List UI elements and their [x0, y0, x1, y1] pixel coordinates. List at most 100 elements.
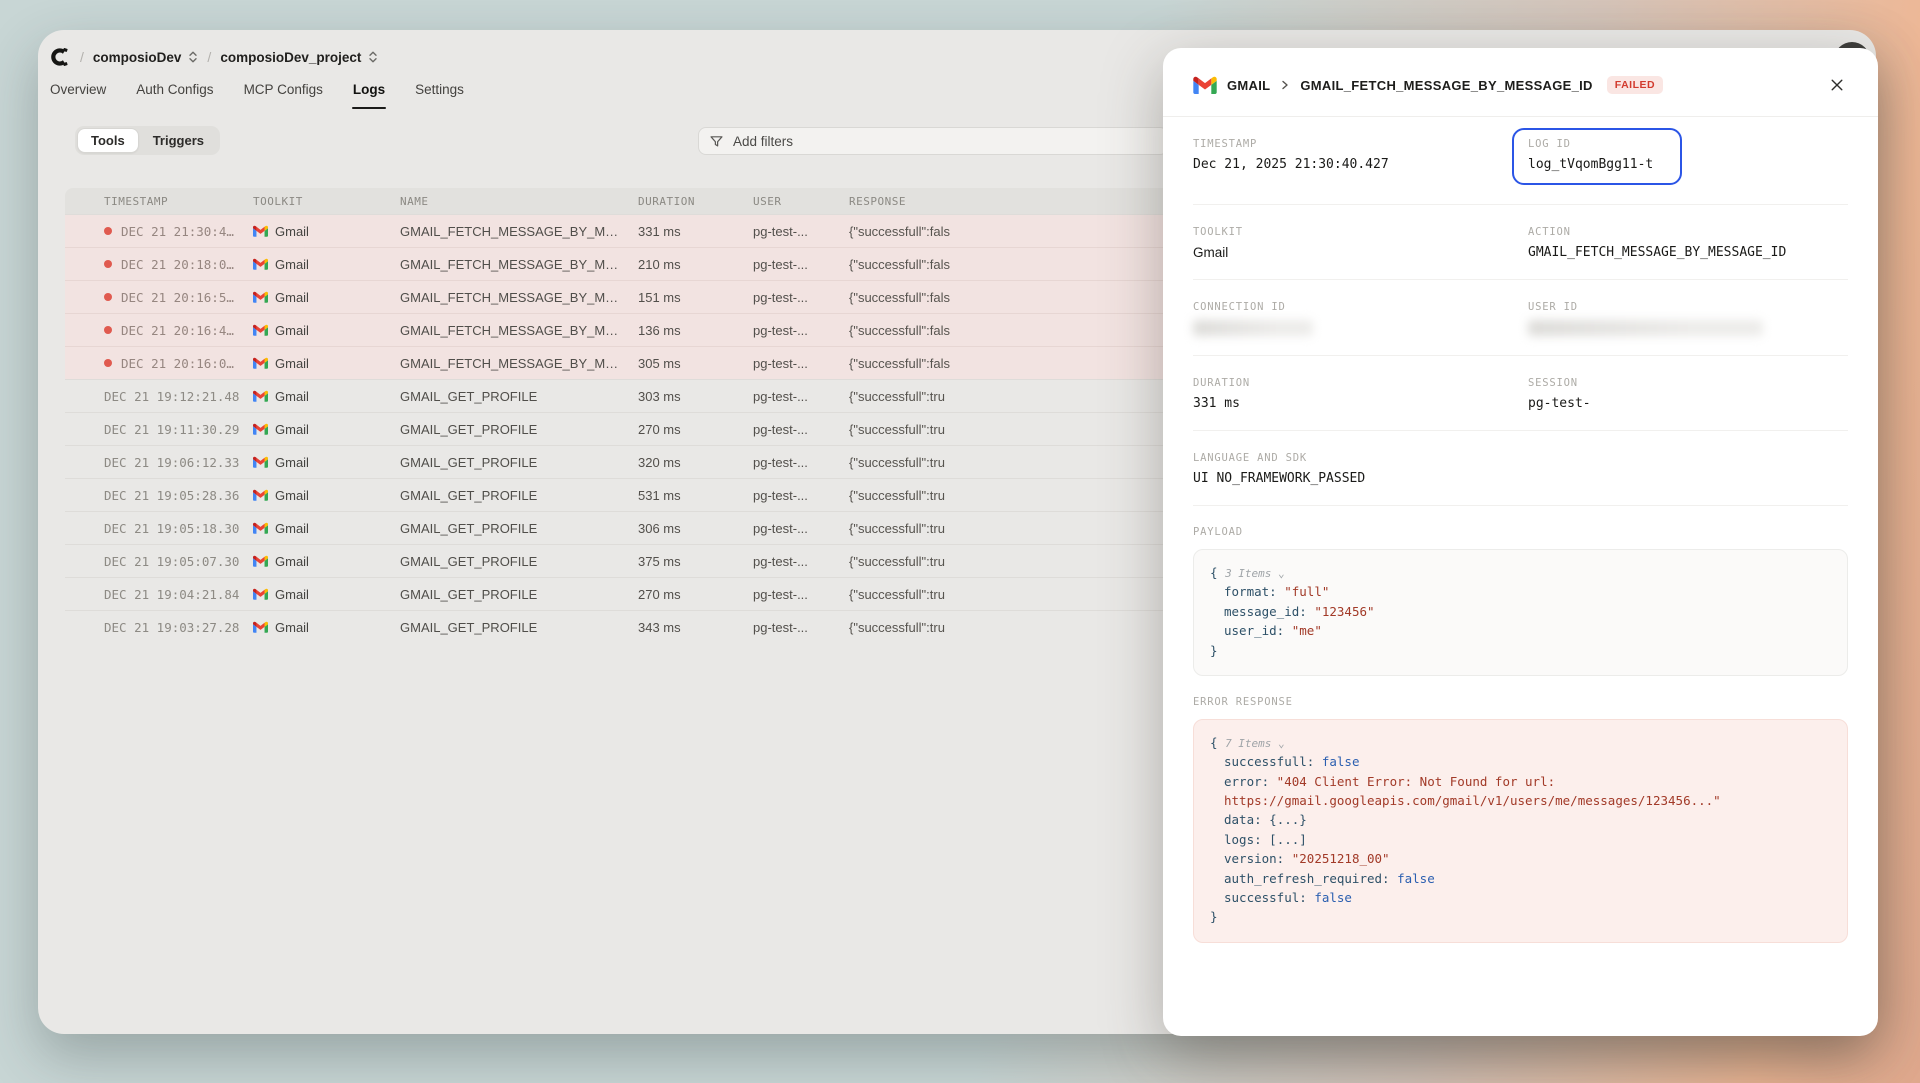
cell-name: GMAIL_GET_PROFILE — [400, 488, 638, 503]
failed-status-dot — [104, 293, 112, 301]
cell-timestamp: DEC 21 20:16:5… — [104, 290, 253, 305]
error-json-viewer[interactable]: { 7 Items ⌄successfull: falseerror: "404… — [1193, 719, 1848, 943]
cell-user: pg-test-... — [753, 356, 849, 371]
toggle-triggers[interactable]: Triggers — [140, 129, 217, 152]
json-line: user_id: "me" — [1210, 621, 1831, 640]
cell-duration: 136 ms — [638, 323, 753, 338]
gmail-icon — [253, 291, 268, 303]
cell-duration: 270 ms — [638, 422, 753, 437]
field-user-id: USER ID — [1528, 301, 1848, 336]
cell-toolkit: Gmail — [253, 488, 400, 503]
cell-name: GMAIL_GET_PROFILE — [400, 389, 638, 404]
project-selector[interactable]: composioDev_project — [220, 50, 378, 65]
col-duration: DURATION — [638, 195, 753, 208]
filter-funnel-icon — [709, 134, 724, 149]
detail-fields: TIMESTAMP Dec 21, 2025 21:30:40.427 LOG … — [1163, 117, 1878, 506]
field-value: UI NO_FRAMEWORK_PASSED — [1193, 471, 1848, 486]
tab-overview[interactable]: Overview — [49, 82, 107, 109]
field-label: TIMESTAMP — [1193, 138, 1528, 150]
field-label: LANGUAGE AND SDK — [1193, 452, 1848, 464]
field-value: pg-test- — [1528, 396, 1848, 411]
field-label: ACTION — [1528, 226, 1848, 238]
cell-timestamp: DEC 21 19:12:21.48 — [104, 389, 253, 404]
cell-user: pg-test-... — [753, 587, 849, 602]
cell-name: GMAIL_FETCH_MESSAGE_BY_M… — [400, 356, 638, 371]
json-line: logs: [...] — [1210, 830, 1831, 849]
gmail-icon — [253, 324, 268, 336]
cell-timestamp: DEC 21 21:30:4… — [104, 224, 253, 239]
field-label: TOOLKIT — [1193, 226, 1528, 238]
field-action: ACTION GMAIL_FETCH_MESSAGE_BY_MESSAGE_ID — [1528, 226, 1848, 260]
cell-user: pg-test-... — [753, 554, 849, 569]
cell-user: pg-test-... — [753, 389, 849, 404]
chevron-right-icon — [1280, 80, 1290, 90]
json-line: successful: false — [1210, 888, 1831, 907]
json-line: message_id: "123456" — [1210, 602, 1831, 621]
chevron-updown-icon — [368, 50, 378, 64]
json-line: { 3 Items ⌄ — [1210, 563, 1831, 582]
tab-mcp-configs[interactable]: MCP Configs — [243, 82, 324, 109]
field-label: CONNECTION ID — [1193, 301, 1528, 313]
cell-duration: 305 ms — [638, 356, 753, 371]
gmail-icon — [253, 522, 268, 534]
cell-toolkit: Gmail — [253, 257, 400, 272]
gmail-icon — [253, 489, 268, 501]
cell-name: GMAIL_FETCH_MESSAGE_BY_M… — [400, 323, 638, 338]
gmail-icon — [253, 555, 268, 567]
cell-toolkit: Gmail — [253, 521, 400, 536]
gmail-icon — [253, 588, 268, 600]
close-icon[interactable] — [1826, 74, 1848, 96]
cell-duration: 270 ms — [638, 587, 753, 602]
tab-logs[interactable]: Logs — [352, 82, 386, 109]
field-timestamp: TIMESTAMP Dec 21, 2025 21:30:40.427 — [1193, 138, 1528, 185]
tab-auth-configs[interactable]: Auth Configs — [135, 82, 214, 109]
toggle-tools[interactable]: Tools — [78, 129, 138, 152]
gmail-icon — [253, 423, 268, 435]
payload-json-viewer[interactable]: { 3 Items ⌄format: "full"message_id: "12… — [1193, 549, 1848, 676]
json-line: data: {...} — [1210, 810, 1831, 829]
log-id-highlight-ring[interactable]: LOG ID log_tVqomBgg11-t — [1512, 128, 1682, 185]
cell-user: pg-test-... — [753, 620, 849, 635]
tab-settings[interactable]: Settings — [414, 82, 465, 109]
nav-tabs: Overview Auth Configs MCP Configs Logs S… — [49, 82, 465, 109]
cell-timestamp: DEC 21 20:16:0… — [104, 356, 253, 371]
json-line: { 7 Items ⌄ — [1210, 733, 1831, 752]
org-selector[interactable]: composioDev — [93, 50, 199, 65]
col-user: USER — [753, 195, 849, 208]
log-type-toggle: Tools Triggers — [75, 126, 220, 155]
cell-name: GMAIL_GET_PROFILE — [400, 521, 638, 536]
gmail-icon — [253, 225, 268, 237]
cell-name: GMAIL_FETCH_MESSAGE_BY_M… — [400, 257, 638, 272]
org-name: composioDev — [93, 50, 182, 65]
error-response-section: ERROR RESPONSE { 7 Items ⌄successfull: f… — [1163, 696, 1878, 943]
detail-action-name: GMAIL_FETCH_MESSAGE_BY_MESSAGE_ID — [1300, 78, 1592, 93]
redacted-value — [1528, 320, 1763, 336]
cell-timestamp: DEC 21 19:11:30.29 — [104, 422, 253, 437]
field-value: Gmail — [1193, 245, 1528, 260]
json-line: } — [1210, 907, 1831, 926]
cell-duration: 151 ms — [638, 290, 753, 305]
field-label: SESSION — [1528, 377, 1848, 389]
field-toolkit: TOOLKIT Gmail — [1193, 226, 1528, 260]
gmail-icon — [253, 357, 268, 369]
failed-status-dot — [104, 359, 112, 367]
cell-timestamp: DEC 21 19:05:28.36 — [104, 488, 253, 503]
composio-logo-icon[interactable] — [49, 46, 71, 68]
add-filters-input[interactable]: Add filters — [698, 127, 1168, 155]
col-name: NAME — [400, 195, 638, 208]
cell-user: pg-test-... — [753, 422, 849, 437]
gmail-icon — [1193, 76, 1217, 94]
col-toolkit: TOOLKIT — [253, 195, 400, 208]
log-detail-panel: GMAIL GMAIL_FETCH_MESSAGE_BY_MESSAGE_ID … — [1163, 48, 1878, 1036]
failed-status-dot — [104, 227, 112, 235]
json-line: } — [1210, 641, 1831, 660]
failed-status-dot — [104, 260, 112, 268]
field-label: DURATION — [1193, 377, 1528, 389]
field-value: Dec 21, 2025 21:30:40.427 — [1193, 157, 1528, 172]
json-line: auth_refresh_required: false — [1210, 869, 1831, 888]
cell-timestamp: DEC 21 19:06:12.33 — [104, 455, 253, 470]
json-line: format: "full" — [1210, 582, 1831, 601]
json-line: successfull: false — [1210, 752, 1831, 771]
field-language-sdk: LANGUAGE AND SDK UI NO_FRAMEWORK_PASSED — [1193, 452, 1848, 486]
cell-timestamp: DEC 21 19:04:21.84 — [104, 587, 253, 602]
